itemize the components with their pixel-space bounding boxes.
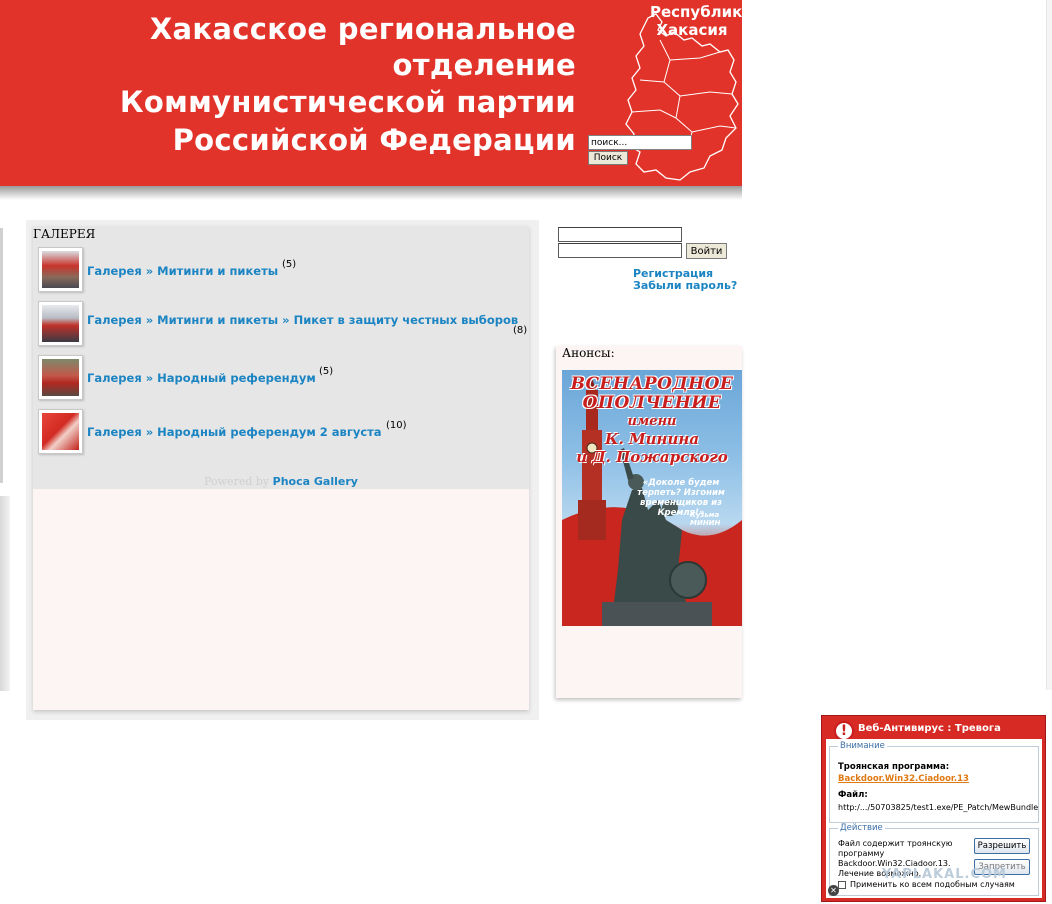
poster-title-line-1: ВСЕНАРОДНОЕ bbox=[570, 374, 734, 394]
username-input[interactable] bbox=[558, 227, 682, 242]
announcements-panel: Анонсы: ВСЕНАРОДНОЕ ОПОЛЧЕНИЕ имени К. М… bbox=[556, 346, 742, 698]
header-title-line-4: Российской Федерации bbox=[172, 123, 576, 157]
poster-subtitle-1: имени bbox=[627, 414, 677, 429]
file-path: http:/.../50703825/test1.exe/PE_Patch/Me… bbox=[838, 803, 1039, 812]
forgot-password-link[interactable]: Забыли пароль? bbox=[633, 279, 737, 292]
apply-all-checkbox[interactable] bbox=[838, 881, 846, 889]
gallery-count: (5) bbox=[319, 366, 334, 377]
attention-section: Внимание Троянская программа: Backdoor.W… bbox=[829, 741, 1039, 823]
republic-label-line-1: Республика bbox=[650, 3, 742, 21]
poster-subtitle-2: К. Минина bbox=[604, 430, 700, 448]
gallery-count: (8) bbox=[513, 325, 528, 336]
site-header: Хакасское региональное отделение Коммуни… bbox=[0, 0, 742, 186]
action-section: Действие Файл содержит троянскую програм… bbox=[829, 823, 1039, 896]
gallery-link[interactable]: Галерея » Народный референдум 2 августа bbox=[87, 425, 382, 439]
antivirus-title: Веб-Антивирус : Тревога bbox=[858, 723, 1001, 734]
gallery-item[interactable]: Галерея » Митинги и пикеты (5) bbox=[38, 247, 528, 293]
password-input[interactable] bbox=[558, 243, 682, 258]
watermark: YAPLAKAL.COM bbox=[882, 867, 1007, 882]
poster-title-line-2: ОПОЛЧЕНИЕ bbox=[582, 393, 722, 413]
trojan-name-link[interactable]: Backdoor.Win32.Ciadoor.13 bbox=[838, 774, 969, 784]
republic-label-line-2: Хакасия bbox=[656, 21, 728, 39]
gallery-thumbnail[interactable] bbox=[38, 355, 83, 400]
login-button[interactable]: Войти bbox=[686, 243, 727, 259]
header-title-line-2: отделение bbox=[392, 48, 576, 82]
powered-by-footer: Powered by Phoca Gallery bbox=[33, 475, 529, 488]
announcement-poster[interactable]: ВСЕНАРОДНОЕ ОПОЛЧЕНИЕ имени К. Минина и … bbox=[562, 370, 742, 626]
action-text-line: Файл содержит троянскую bbox=[838, 839, 953, 848]
left-column-edge bbox=[0, 496, 10, 691]
powered-by-text: Powered by bbox=[204, 475, 270, 488]
gallery-link[interactable]: Галерея » Митинги и пикеты » Пикет в защ… bbox=[87, 313, 518, 327]
gallery-count: (10) bbox=[386, 420, 407, 431]
left-column-edge bbox=[0, 228, 3, 483]
search-input[interactable] bbox=[588, 135, 692, 150]
gallery-thumbnail[interactable] bbox=[38, 247, 83, 292]
gallery-thumbnail[interactable] bbox=[38, 409, 83, 454]
header-title-line-1: Хакасское региональное bbox=[149, 12, 576, 46]
page-scrollbar[interactable] bbox=[1046, 0, 1052, 690]
trojan-label: Троянская программа: bbox=[838, 762, 950, 772]
announcements-title: Анонсы: bbox=[562, 346, 615, 360]
header-shadow bbox=[0, 186, 742, 200]
allow-button[interactable]: Разрешить bbox=[974, 838, 1030, 854]
action-label: Действие bbox=[838, 823, 885, 833]
gallery-list-area: ГАЛЕРЕЯ Галерея » Митинги и пикеты (5) Г… bbox=[33, 226, 529, 489]
gallery-count: (5) bbox=[282, 259, 297, 270]
gallery-thumbnail[interactable] bbox=[38, 301, 83, 346]
header-title-line-3: Коммунистической партии bbox=[119, 85, 576, 119]
gallery-title: ГАЛЕРЕЯ bbox=[33, 227, 96, 241]
poster-author: Кузьма МИНИН bbox=[690, 511, 721, 527]
search-button[interactable]: Поиск bbox=[588, 151, 628, 165]
file-label: Файл: bbox=[838, 790, 868, 800]
poster-subtitle-3: и Д. Пожарского bbox=[576, 448, 728, 466]
gallery-link[interactable]: Галерея » Митинги и пикеты bbox=[87, 264, 278, 278]
gallery-item[interactable]: Галерея » Народный референдум 2 августа … bbox=[38, 409, 528, 455]
gallery-item[interactable]: Галерея » Народный референдум (5) bbox=[38, 355, 528, 401]
warning-icon: ! bbox=[834, 721, 854, 741]
gallery-item[interactable]: Галерея » Митинги и пикеты » Пикет в защ… bbox=[38, 301, 528, 347]
close-icon[interactable]: ✕ bbox=[828, 885, 839, 896]
gallery-panel: ГАЛЕРЕЯ Галерея » Митинги и пикеты (5) Г… bbox=[33, 226, 529, 710]
attention-label: Внимание bbox=[838, 741, 887, 751]
action-text-line: программу bbox=[838, 849, 885, 858]
phoca-gallery-link[interactable]: Phoca Gallery bbox=[273, 475, 358, 488]
gallery-link[interactable]: Галерея » Народный референдум bbox=[87, 371, 316, 385]
